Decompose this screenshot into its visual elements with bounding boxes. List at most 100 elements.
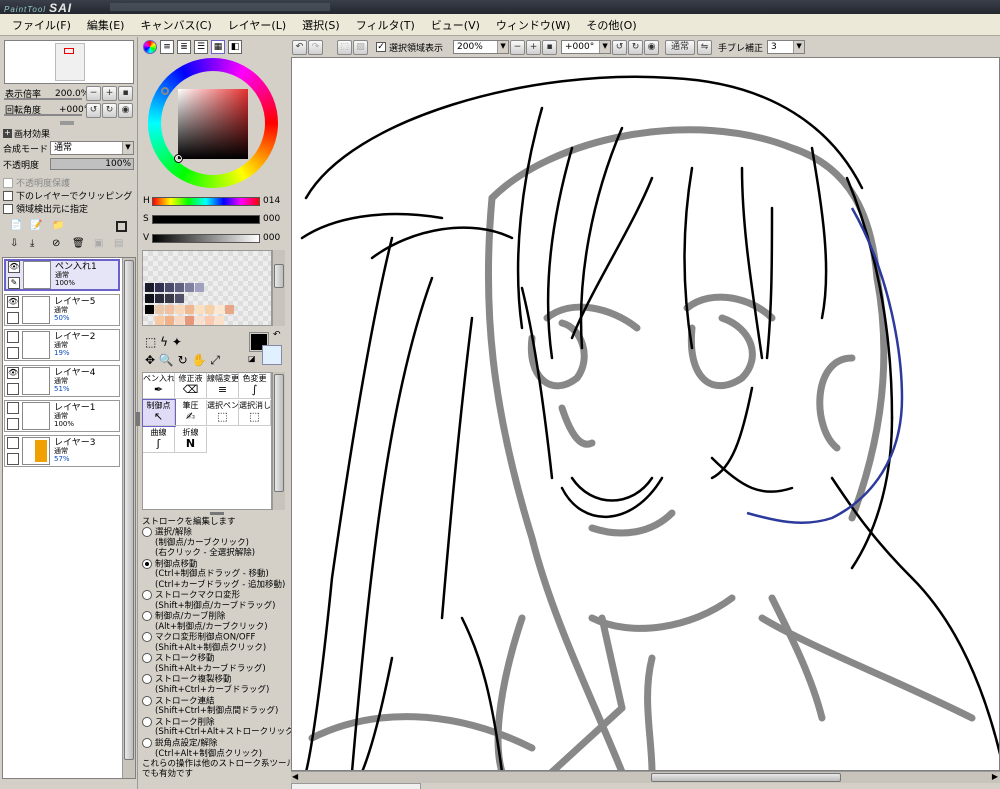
layer-row[interactable]: 👁 ✎ ペン入れ1 通常 100% xyxy=(4,259,120,291)
layer-row[interactable]: 👁 レイヤー4 通常 51% xyxy=(4,365,120,397)
rotate-slider[interactable] xyxy=(4,114,82,116)
v-slider[interactable] xyxy=(152,234,260,243)
swatch[interactable] xyxy=(145,294,154,303)
mode-radio[interactable] xyxy=(142,737,152,748)
rotate-reset-button[interactable]: ◉ xyxy=(118,103,133,118)
rotate-left-button[interactable]: ↺ xyxy=(612,39,628,55)
canvas-angle-select[interactable]: +000° ▼ xyxy=(561,40,612,54)
splitter-handle[interactable] xyxy=(60,121,74,125)
swatch[interactable] xyxy=(155,283,164,292)
zoom-in-button[interactable]: + xyxy=(102,86,117,101)
swatch[interactable] xyxy=(205,305,214,314)
clear-selection-icon[interactable]: ▨ xyxy=(353,39,368,55)
layer-row[interactable]: レイヤー3 通常 57% xyxy=(4,435,120,467)
mode-radio-selected[interactable] xyxy=(142,558,152,569)
rotate-right-button[interactable]: ↻ xyxy=(628,39,644,55)
lock-box[interactable] xyxy=(7,312,19,324)
lock-box[interactable] xyxy=(7,347,19,359)
pen-icon[interactable]: ✎ xyxy=(8,277,20,289)
tool-pressure[interactable]: 筆圧 ✍ xyxy=(175,400,207,426)
hand-icon[interactable]: ✋ xyxy=(192,353,207,367)
opacity-slider[interactable]: 100% xyxy=(50,158,134,170)
zoom-slider[interactable] xyxy=(4,98,82,100)
deselect-icon[interactable]: ⬚ xyxy=(337,39,352,55)
hsv-slider-tab-icon[interactable]: ≣ xyxy=(177,40,191,54)
palette-scrollbar[interactable] xyxy=(272,250,285,326)
tool-polyline[interactable]: 折線 N xyxy=(175,427,207,453)
merge-mask-icon[interactable]: ▤ xyxy=(114,238,123,249)
canvas-tab[interactable] xyxy=(291,783,421,789)
tool-select-erase[interactable]: 選択消し ⬚ xyxy=(239,400,271,426)
swatch[interactable] xyxy=(225,305,234,314)
protect-opacity-checkbox[interactable] xyxy=(3,177,13,188)
zoom-reset-button[interactable]: ▪ xyxy=(542,39,558,55)
color-wheel-tab-icon[interactable] xyxy=(143,40,157,54)
menu-edit[interactable]: 編集(E) xyxy=(79,17,133,33)
mode-radio[interactable] xyxy=(142,674,152,685)
clipping-checkbox[interactable] xyxy=(3,190,13,201)
rgb-slider-tab-icon[interactable]: ≡ xyxy=(160,40,174,54)
swatch[interactable] xyxy=(155,305,164,314)
sv-marker[interactable] xyxy=(174,154,183,163)
swatch[interactable] xyxy=(155,294,164,303)
rect-select-icon[interactable]: ⬚ xyxy=(145,335,156,349)
menu-other[interactable]: その他(O) xyxy=(578,17,644,33)
menu-select[interactable]: 選択(S) xyxy=(294,17,348,33)
swap-colors-icon[interactable]: ↶ xyxy=(273,330,281,340)
tool-eraser-fluid[interactable]: 修正液 ⌫ xyxy=(175,373,207,399)
stabilizer-select[interactable]: 3 ▼ xyxy=(767,40,806,54)
undo-icon[interactable]: ↶ xyxy=(292,39,307,55)
zoom-out-button[interactable]: − xyxy=(86,86,101,101)
zoom-icon[interactable]: 🔍 xyxy=(159,353,174,367)
swatch[interactable] xyxy=(145,305,154,314)
tool-select-pen[interactable]: 選択ペン ⬚ xyxy=(207,400,239,426)
swatch[interactable] xyxy=(185,316,194,325)
move-icon[interactable]: ✥ xyxy=(145,353,155,367)
layer-scrollbar[interactable] xyxy=(122,258,135,778)
view-mode-button[interactable]: 通常 xyxy=(665,39,696,55)
tool-line-width[interactable]: 線幅変更 ≡ xyxy=(207,373,239,399)
clear-layer-icon[interactable]: ⊘ xyxy=(52,238,60,249)
scroll-right-icon[interactable]: ▶ xyxy=(992,772,998,781)
swatch-palette[interactable] xyxy=(142,250,272,326)
saturation-value-square[interactable] xyxy=(178,89,248,159)
mode-radio[interactable] xyxy=(142,527,152,538)
swatch[interactable] xyxy=(185,283,194,292)
mixer-tab-icon[interactable]: ☰ xyxy=(194,40,208,54)
scratchpad-tab-icon[interactable]: ◧ xyxy=(228,40,242,54)
mode-radio[interactable] xyxy=(142,653,152,664)
scroll-left-icon[interactable]: ◀ xyxy=(292,772,298,781)
mode-radio[interactable] xyxy=(142,716,152,727)
mode-radio[interactable] xyxy=(142,590,152,601)
visibility-box[interactable] xyxy=(7,402,19,414)
menu-canvas[interactable]: キャンバス(C) xyxy=(132,17,219,33)
swatch-tab-icon[interactable]: ▦ xyxy=(211,40,225,54)
transparent-color-swatch[interactable] xyxy=(262,345,282,365)
zoom-reset-button[interactable]: ▪ xyxy=(118,86,133,101)
detect-source-checkbox[interactable] xyxy=(3,203,13,214)
visibility-box[interactable] xyxy=(7,331,19,343)
swatch[interactable] xyxy=(175,294,184,303)
scrollbar-thumb[interactable] xyxy=(274,374,284,492)
apply-mask-icon[interactable]: ▣ xyxy=(94,238,103,249)
redo-icon[interactable]: ↷ xyxy=(308,39,323,55)
reset-colors-icon[interactable]: ◪ xyxy=(248,354,256,363)
eye-icon[interactable]: 👁 xyxy=(7,296,19,308)
visibility-box[interactable] xyxy=(7,437,19,449)
swatch[interactable] xyxy=(175,316,184,325)
h-slider[interactable] xyxy=(152,197,260,206)
scrollbar-thumb[interactable] xyxy=(274,264,284,288)
eye-icon[interactable]: 👁 xyxy=(7,367,19,379)
tool-control-point[interactable]: 制御点 ↖ xyxy=(142,399,176,427)
swatch[interactable] xyxy=(155,316,164,325)
zoom-out-button[interactable]: − xyxy=(510,39,526,55)
transfer-down-icon[interactable]: ⇩ xyxy=(10,238,18,249)
canvas-zoom-select[interactable]: 200% ▼ xyxy=(453,40,510,54)
flip-icon[interactable]: ⇋ xyxy=(697,39,713,55)
layer-row[interactable]: レイヤー1 通常 100% xyxy=(4,400,120,432)
layer-row[interactable]: 👁 レイヤー5 通常 50% xyxy=(4,294,120,326)
lock-box[interactable] xyxy=(7,418,19,430)
lasso-icon[interactable]: ϟ xyxy=(160,335,168,349)
swatch[interactable] xyxy=(205,316,214,325)
menu-layer[interactable]: レイヤー(L) xyxy=(220,17,294,33)
